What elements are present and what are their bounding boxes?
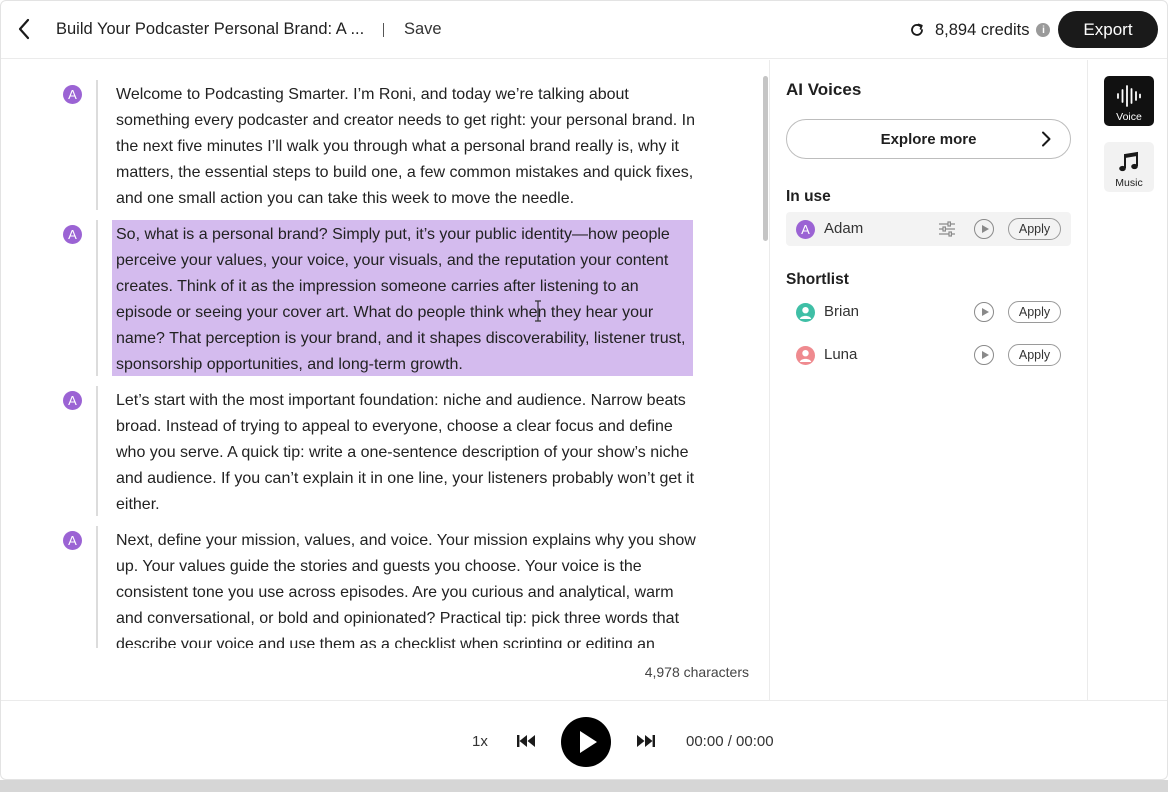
speaker-avatar[interactable]: A — [63, 391, 82, 410]
chevron-left-icon — [18, 18, 30, 40]
rail-label: Music — [1115, 177, 1143, 189]
back-button[interactable] — [13, 17, 37, 41]
paragraph-text[interactable]: Let’s start with the most important foun… — [116, 388, 696, 518]
speaker-avatar[interactable]: A — [63, 85, 82, 104]
chevron-right-icon — [1042, 131, 1051, 147]
play-icon[interactable] — [974, 302, 994, 322]
paragraph-text[interactable]: Next, define your mission, values, and v… — [116, 528, 696, 648]
document-title[interactable]: Build Your Podcaster Personal Brand: A .… — [56, 20, 364, 39]
rail-label: Voice — [1116, 111, 1142, 123]
person-icon — [796, 346, 815, 365]
script-paragraph[interactable]: A Welcome to Podcasting Smarter. I’m Ron… — [61, 60, 701, 210]
apply-button[interactable]: Apply — [1008, 344, 1061, 366]
header-divider — [383, 23, 384, 37]
tool-rail: Voice Music — [1088, 60, 1167, 700]
voice-row-brian[interactable]: Brian Apply — [786, 295, 1071, 329]
explore-more-label: Explore more — [880, 130, 977, 148]
play-icon[interactable] — [974, 219, 994, 239]
voice-avatar: A — [796, 220, 815, 239]
skip-forward-icon[interactable] — [636, 733, 656, 749]
credits-indicator: 8,894 credits i — [908, 19, 1051, 41]
paragraph-bar — [96, 220, 98, 376]
script-paragraph-selected[interactable]: A So, what is a personal brand? Simply p… — [61, 200, 701, 380]
scrollbar-thumb[interactable] — [763, 76, 768, 241]
paragraph-bar — [96, 526, 98, 648]
ai-voices-panel: AI Voices Explore more In use A Adam App… — [770, 60, 1087, 700]
paragraph-bar — [96, 386, 98, 516]
speaker-avatar[interactable]: A — [63, 225, 82, 244]
playback-speed-button[interactable]: 1x — [472, 733, 488, 750]
waveform-icon — [1115, 83, 1143, 109]
skip-back-icon[interactable] — [516, 733, 536, 749]
apply-button[interactable]: Apply — [1008, 218, 1061, 240]
sliders-icon[interactable] — [938, 220, 956, 238]
paragraph-text[interactable]: So, what is a personal brand? Simply put… — [116, 222, 696, 378]
voice-row-luna[interactable]: Luna Apply — [786, 338, 1071, 372]
export-button[interactable]: Export — [1058, 11, 1158, 48]
play-button[interactable] — [561, 717, 611, 767]
script-scroll-area[interactable]: A Welcome to Podcasting Smarter. I’m Ron… — [1, 60, 761, 648]
refresh-icon[interactable] — [908, 21, 926, 39]
script-paragraph[interactable]: A Next, define your mission, values, and… — [61, 506, 701, 648]
speaker-avatar[interactable]: A — [63, 531, 82, 550]
voice-name: Adam — [824, 220, 864, 237]
save-button[interactable]: Save — [404, 20, 442, 39]
person-icon — [796, 303, 815, 322]
credits-count: 8,894 credits — [935, 20, 1030, 39]
voice-name: Luna — [824, 346, 858, 363]
app-window: Build Your Podcaster Personal Brand: A .… — [0, 0, 1168, 780]
paragraph-text[interactable]: Welcome to Podcasting Smarter. I’m Roni,… — [116, 82, 696, 212]
music-note-icon — [1115, 149, 1143, 175]
paragraph-bar — [96, 80, 98, 210]
character-count: 4,978 characters — [644, 664, 749, 680]
apply-button[interactable]: Apply — [1008, 301, 1061, 323]
rail-music-button[interactable]: Music — [1104, 142, 1154, 192]
playback-time: 00:00 / 00:00 — [686, 733, 774, 750]
explore-more-button[interactable]: Explore more — [786, 119, 1071, 159]
play-icon[interactable] — [974, 345, 994, 365]
in-use-heading: In use — [786, 188, 831, 205]
voice-name: Brian — [824, 303, 860, 320]
audio-player: 1x 00:00 / 00:00 — [1, 700, 1167, 779]
info-icon[interactable]: i — [1036, 23, 1051, 37]
panel-title: AI Voices — [786, 80, 862, 99]
script-editor: A Welcome to Podcasting Smarter. I’m Ron… — [1, 60, 769, 700]
top-bar: Build Your Podcaster Personal Brand: A .… — [1, 1, 1167, 59]
voice-row-adam[interactable]: A Adam Apply — [786, 212, 1071, 246]
shortlist-heading: Shortlist — [786, 271, 849, 288]
window-bottom-edge — [0, 780, 1168, 792]
rail-voice-button[interactable]: Voice — [1104, 76, 1154, 126]
script-paragraph[interactable]: A Let’s start with the most important fo… — [61, 366, 701, 516]
